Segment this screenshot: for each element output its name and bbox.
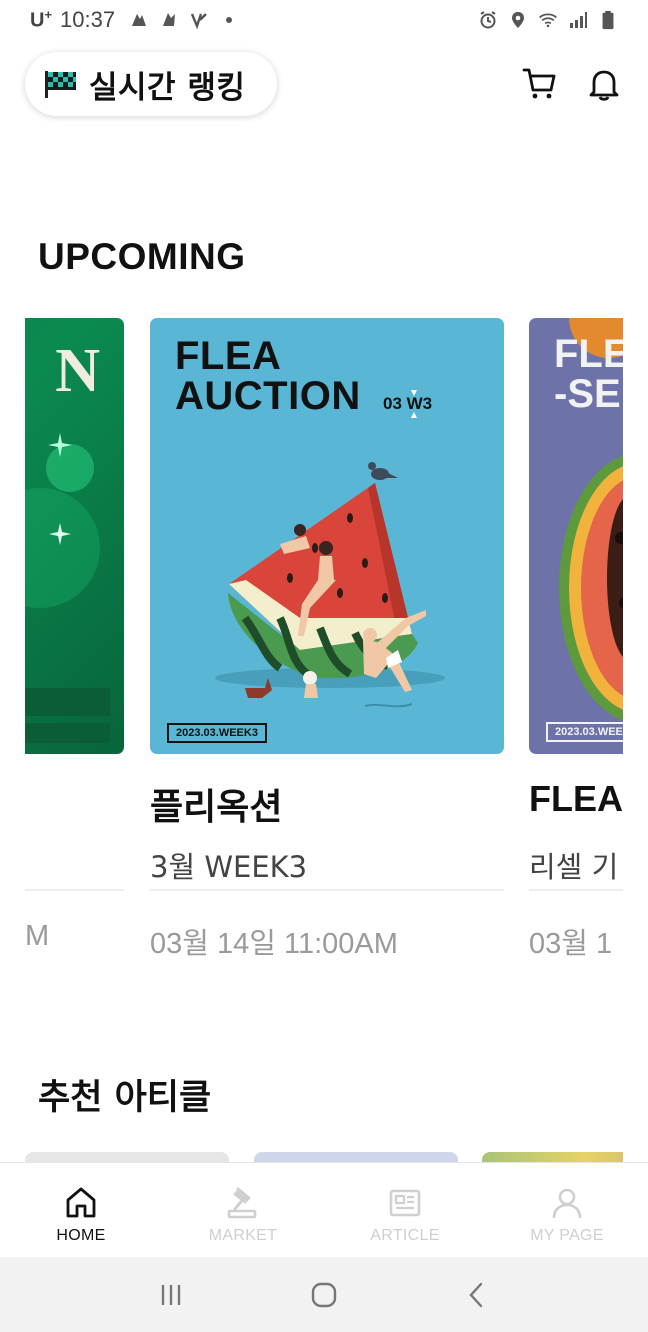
upcoming-card[interactable]: FLE -SE 2023.03.WEE FLEA 리셀 기 03월 1 <box>529 318 623 960</box>
card-divider <box>150 889 504 891</box>
bottom-navigation: HOME MARKET ARTICLE MY PAGE <box>0 1162 648 1256</box>
card-divider <box>529 889 623 891</box>
realtime-ranking-button[interactable]: 실시간 랭킹 <box>25 52 277 116</box>
event-poster: FLEA AUCTION 03 W3 2023.03.WEEK3 <box>150 318 504 754</box>
home-icon <box>66 1187 96 1218</box>
card-title: 플리옥션 <box>150 787 283 828</box>
battery-icon <box>602 10 614 30</box>
upcoming-carousel[interactable]: N M FLEA AUCTION 03 W3 2023.03.WEEK3 플리옥… <box>25 318 623 978</box>
nav-label: ARTICLE <box>370 1227 440 1244</box>
upcoming-card[interactable]: N M <box>25 318 124 952</box>
poster-date: 2023.03.WEEK3 <box>167 723 267 743</box>
card-date: M <box>25 920 50 952</box>
wifi-icon <box>539 13 557 28</box>
notification-app-icon <box>132 14 147 26</box>
poster-art <box>25 433 110 743</box>
nav-mypage[interactable]: MY PAGE <box>486 1163 648 1257</box>
back-system-button[interactable] <box>457 1275 497 1315</box>
nav-article[interactable]: ARTICLE <box>324 1163 486 1257</box>
notifications-button[interactable] <box>584 64 624 104</box>
status-left: U+ 10:37 <box>30 7 239 33</box>
event-poster: N <box>25 318 124 754</box>
clock: 10:37 <box>60 7 116 32</box>
card-divider <box>25 889 124 891</box>
person-icon <box>552 1188 582 1219</box>
nav-market[interactable]: MARKET <box>162 1163 324 1257</box>
card-subtitle: 3월 WEEK3 <box>150 850 308 884</box>
upcoming-card[interactable]: FLEA AUCTION 03 W3 2023.03.WEEK3 플리옥션 3월… <box>150 318 504 960</box>
nav-label: HOME <box>56 1227 106 1244</box>
carrier-label: U+ <box>30 7 53 32</box>
system-navigation-bar <box>0 1257 648 1332</box>
ranking-label: 실시간 랭킹 <box>89 69 246 106</box>
newspaper-icon <box>389 1189 421 1217</box>
bell-icon <box>589 70 619 101</box>
gavel-icon <box>227 1187 257 1219</box>
poster-title: FLE -SE <box>554 332 623 416</box>
status-right <box>478 10 618 30</box>
home-circle-icon <box>311 1282 337 1307</box>
checkered-flag-icon <box>45 71 76 98</box>
poster-date: 2023.03.WEE <box>546 722 623 742</box>
event-poster: FLE -SE 2023.03.WEE <box>529 318 623 754</box>
home-system-button[interactable] <box>304 1275 344 1315</box>
notification-app-icon <box>191 13 207 30</box>
recent-apps-icon <box>162 1284 181 1305</box>
cart-button[interactable] <box>520 64 560 104</box>
card-title: FLEA <box>529 778 623 819</box>
card-date: 03월 14일 11:00AM <box>150 928 398 960</box>
status-bar: U+ 10:37 <box>0 0 648 40</box>
location-icon <box>512 12 524 28</box>
app-header: 실시간 랭킹 <box>0 52 648 118</box>
card-subtitle: 리셀 기 <box>529 850 619 884</box>
nav-label: MY PAGE <box>530 1227 604 1244</box>
nav-home[interactable]: HOME <box>0 1163 162 1257</box>
more-notifications-dot-icon <box>226 17 233 23</box>
recent-apps-button[interactable] <box>151 1275 191 1315</box>
card-date: 03월 1 <box>529 928 613 960</box>
signal-icon <box>570 12 587 28</box>
watermelon-illustration <box>215 390 445 708</box>
notification-icons <box>129 10 239 30</box>
cart-icon <box>522 68 556 99</box>
alarm-icon <box>480 11 496 29</box>
notification-app-icon <box>163 13 176 26</box>
upcoming-section-title: UPCOMING <box>38 236 246 277</box>
nav-label: MARKET <box>208 1227 278 1244</box>
recommended-articles-title: 추천 아티클 <box>38 1078 212 1118</box>
back-chevron-icon <box>469 1282 482 1307</box>
